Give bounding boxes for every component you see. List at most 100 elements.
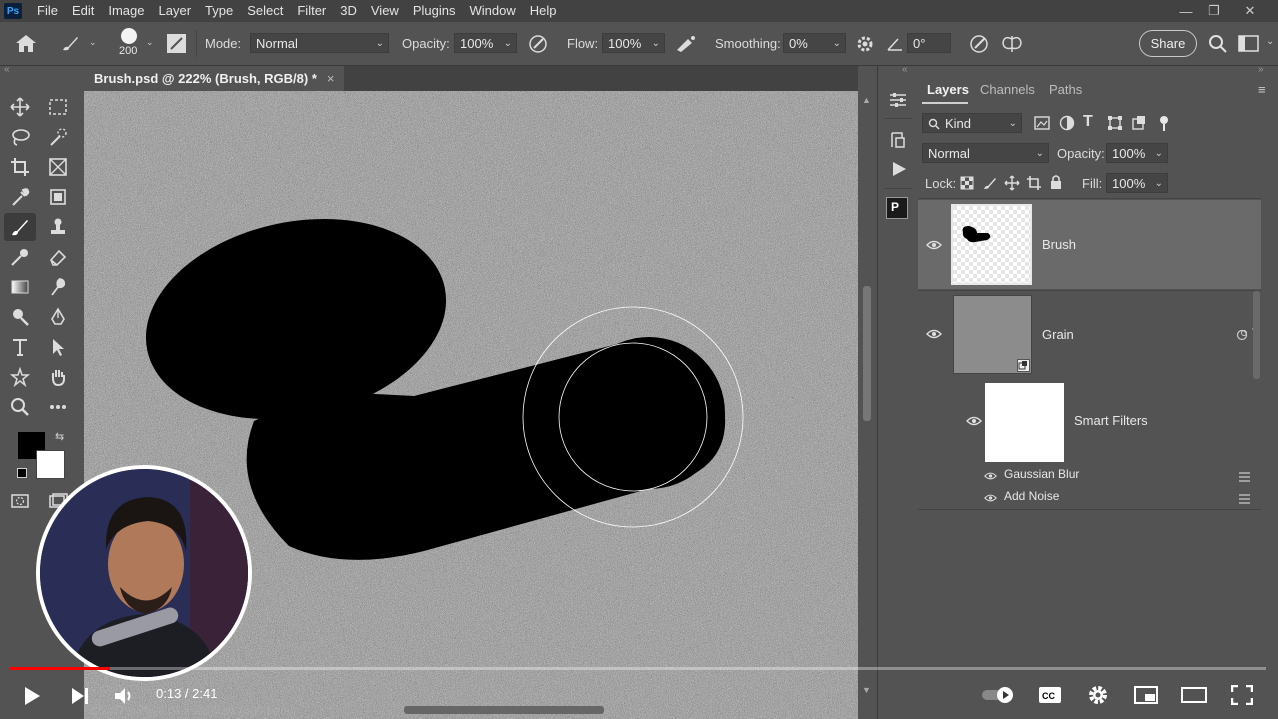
filter-blending-options-icon[interactable] xyxy=(1238,470,1251,482)
filter-adjustment-icon[interactable] xyxy=(1059,115,1075,131)
menu-file[interactable]: File xyxy=(30,0,65,22)
panel-menu-icon[interactable]: ≡ xyxy=(1258,82,1266,97)
filter-smart-object-icon[interactable] xyxy=(1131,115,1147,131)
layer-opacity-input[interactable]: 100% ⌄ xyxy=(1106,143,1168,163)
lock-all-icon[interactable] xyxy=(1049,174,1063,190)
filter-pixel-icon[interactable] xyxy=(1034,116,1050,130)
lock-artboard-icon[interactable] xyxy=(1026,175,1042,191)
workspace-icon[interactable] xyxy=(1238,35,1260,53)
lock-transparent-icon[interactable] xyxy=(960,176,974,190)
eye-icon[interactable] xyxy=(926,329,942,339)
smoothing-input[interactable]: 0% ⌄ xyxy=(783,33,846,53)
filter-mask-thumbnail[interactable] xyxy=(985,383,1064,462)
menu-select[interactable]: Select xyxy=(240,0,290,22)
filter-row-gaussian-blur[interactable]: Gaussian Blur xyxy=(918,465,1261,487)
brush-preset-icon[interactable] xyxy=(121,28,137,44)
airbrush-icon[interactable] xyxy=(674,34,698,54)
lasso-tool-icon[interactable] xyxy=(6,124,34,150)
volume-icon[interactable] xyxy=(112,684,138,708)
menu-image[interactable]: Image xyxy=(101,0,151,22)
lock-position-icon[interactable] xyxy=(1004,175,1020,191)
stamp-tool-icon[interactable] xyxy=(44,214,72,240)
layers-scrollbar-thumb[interactable] xyxy=(1253,291,1260,379)
scroll-down-icon[interactable]: ▼ xyxy=(862,685,871,695)
captions-icon[interactable]: CC xyxy=(1037,684,1063,706)
flow-input[interactable]: 100% ⌄ xyxy=(602,33,665,53)
filter-toggle-icon[interactable] xyxy=(1160,116,1168,124)
filter-shape-icon[interactable] xyxy=(1107,115,1123,131)
horizontal-scrollbar[interactable] xyxy=(404,706,604,714)
collapse-icon[interactable]: « xyxy=(4,64,10,75)
menu-layer[interactable]: Layer xyxy=(152,0,199,22)
menu-type[interactable]: Type xyxy=(198,0,240,22)
share-button[interactable]: Share xyxy=(1139,30,1197,57)
restore-icon[interactable]: ❐ xyxy=(1196,0,1232,22)
menu-3d[interactable]: 3D xyxy=(333,0,364,22)
eye-icon[interactable] xyxy=(984,471,997,481)
next-icon[interactable] xyxy=(68,684,92,708)
brush-settings-icon[interactable] xyxy=(166,33,187,54)
plugins-panel-icon[interactable]: P xyxy=(886,197,908,219)
default-colors-icon[interactable] xyxy=(17,468,27,478)
move-tool-icon[interactable] xyxy=(6,94,34,120)
close-icon[interactable]: ✕ xyxy=(1232,0,1268,22)
autoplay-toggle[interactable] xyxy=(980,684,1016,706)
eye-icon[interactable] xyxy=(926,240,942,250)
tab-paths[interactable]: Paths xyxy=(1049,82,1082,97)
home-icon[interactable] xyxy=(14,33,38,53)
scroll-up-icon[interactable]: ▲ xyxy=(862,95,871,105)
type-tool-icon[interactable] xyxy=(6,334,34,360)
tab-channels[interactable]: Channels xyxy=(980,82,1035,97)
dodge-tool-icon[interactable] xyxy=(6,304,34,330)
smudge-tool-icon[interactable] xyxy=(44,274,72,300)
eraser-tool-icon[interactable] xyxy=(44,244,72,270)
chevron-down-icon[interactable]: ⌄ xyxy=(1266,36,1274,47)
menu-plugins[interactable]: Plugins xyxy=(406,0,463,22)
vertical-scrollbar[interactable]: ▲ ▼ xyxy=(858,91,876,701)
video-progress-track[interactable] xyxy=(10,667,1266,670)
miniplayer-icon[interactable] xyxy=(1133,684,1159,706)
marquee-tool-icon[interactable] xyxy=(44,94,72,120)
menu-help[interactable]: Help xyxy=(523,0,564,22)
quick-mask-icon[interactable] xyxy=(6,488,34,514)
pressure-opacity-icon[interactable] xyxy=(528,34,548,54)
menu-view[interactable]: View xyxy=(364,0,406,22)
properties-icon[interactable] xyxy=(888,91,908,109)
opacity-input[interactable]: 100% ⌄ xyxy=(454,33,517,53)
mode-select[interactable]: Normal ⌄ xyxy=(250,33,389,53)
menu-window[interactable]: Window xyxy=(462,0,522,22)
chevron-down-icon[interactable]: ⌄ xyxy=(146,37,154,48)
crop-tool-icon[interactable] xyxy=(6,154,34,180)
scrollbar-thumb[interactable] xyxy=(863,286,871,421)
pen-tool-icon[interactable] xyxy=(44,304,72,330)
document-tab[interactable]: Brush.psd @ 222% (Brush, RGB/8) * × xyxy=(84,66,345,91)
eye-icon[interactable] xyxy=(984,493,997,503)
collapse-icon[interactable]: « xyxy=(902,64,908,75)
smart-filters-row[interactable]: Smart Filters xyxy=(918,380,1261,465)
frame-tool-icon[interactable] xyxy=(44,154,72,180)
filter-type-icon[interactable]: T xyxy=(1083,113,1093,131)
path-select-tool-icon[interactable] xyxy=(44,334,72,360)
chevron-down-icon[interactable]: ⌄ xyxy=(89,37,97,48)
collapse-icon[interactable]: » xyxy=(1258,64,1264,75)
tab-layers[interactable]: Layers xyxy=(927,82,969,97)
hand-tool-icon[interactable] xyxy=(44,364,72,390)
brush-tool-icon[interactable] xyxy=(4,213,36,241)
history-icon[interactable] xyxy=(888,130,908,150)
object-select-tool-icon[interactable] xyxy=(44,184,72,210)
smart-filter-mask-icon[interactable] xyxy=(1236,329,1248,341)
play-icon[interactable] xyxy=(20,684,44,708)
fullscreen-icon[interactable] xyxy=(1229,684,1255,706)
eyedropper-tool-icon[interactable] xyxy=(6,184,34,210)
brush-tool-icon[interactable] xyxy=(60,34,80,52)
filter-blending-options-icon[interactable] xyxy=(1238,492,1251,504)
eye-icon[interactable] xyxy=(966,416,982,426)
swap-colors-icon[interactable]: ⇆ xyxy=(55,430,64,443)
shape-tool-icon[interactable] xyxy=(6,364,34,390)
symmetry-icon[interactable] xyxy=(1000,33,1024,55)
healing-brush-tool-icon[interactable] xyxy=(6,244,34,270)
close-tab-icon[interactable]: × xyxy=(327,71,335,86)
play-actions-icon[interactable] xyxy=(890,160,908,178)
gear-icon[interactable] xyxy=(855,34,875,54)
filter-row-add-noise[interactable]: Add Noise xyxy=(918,487,1261,509)
